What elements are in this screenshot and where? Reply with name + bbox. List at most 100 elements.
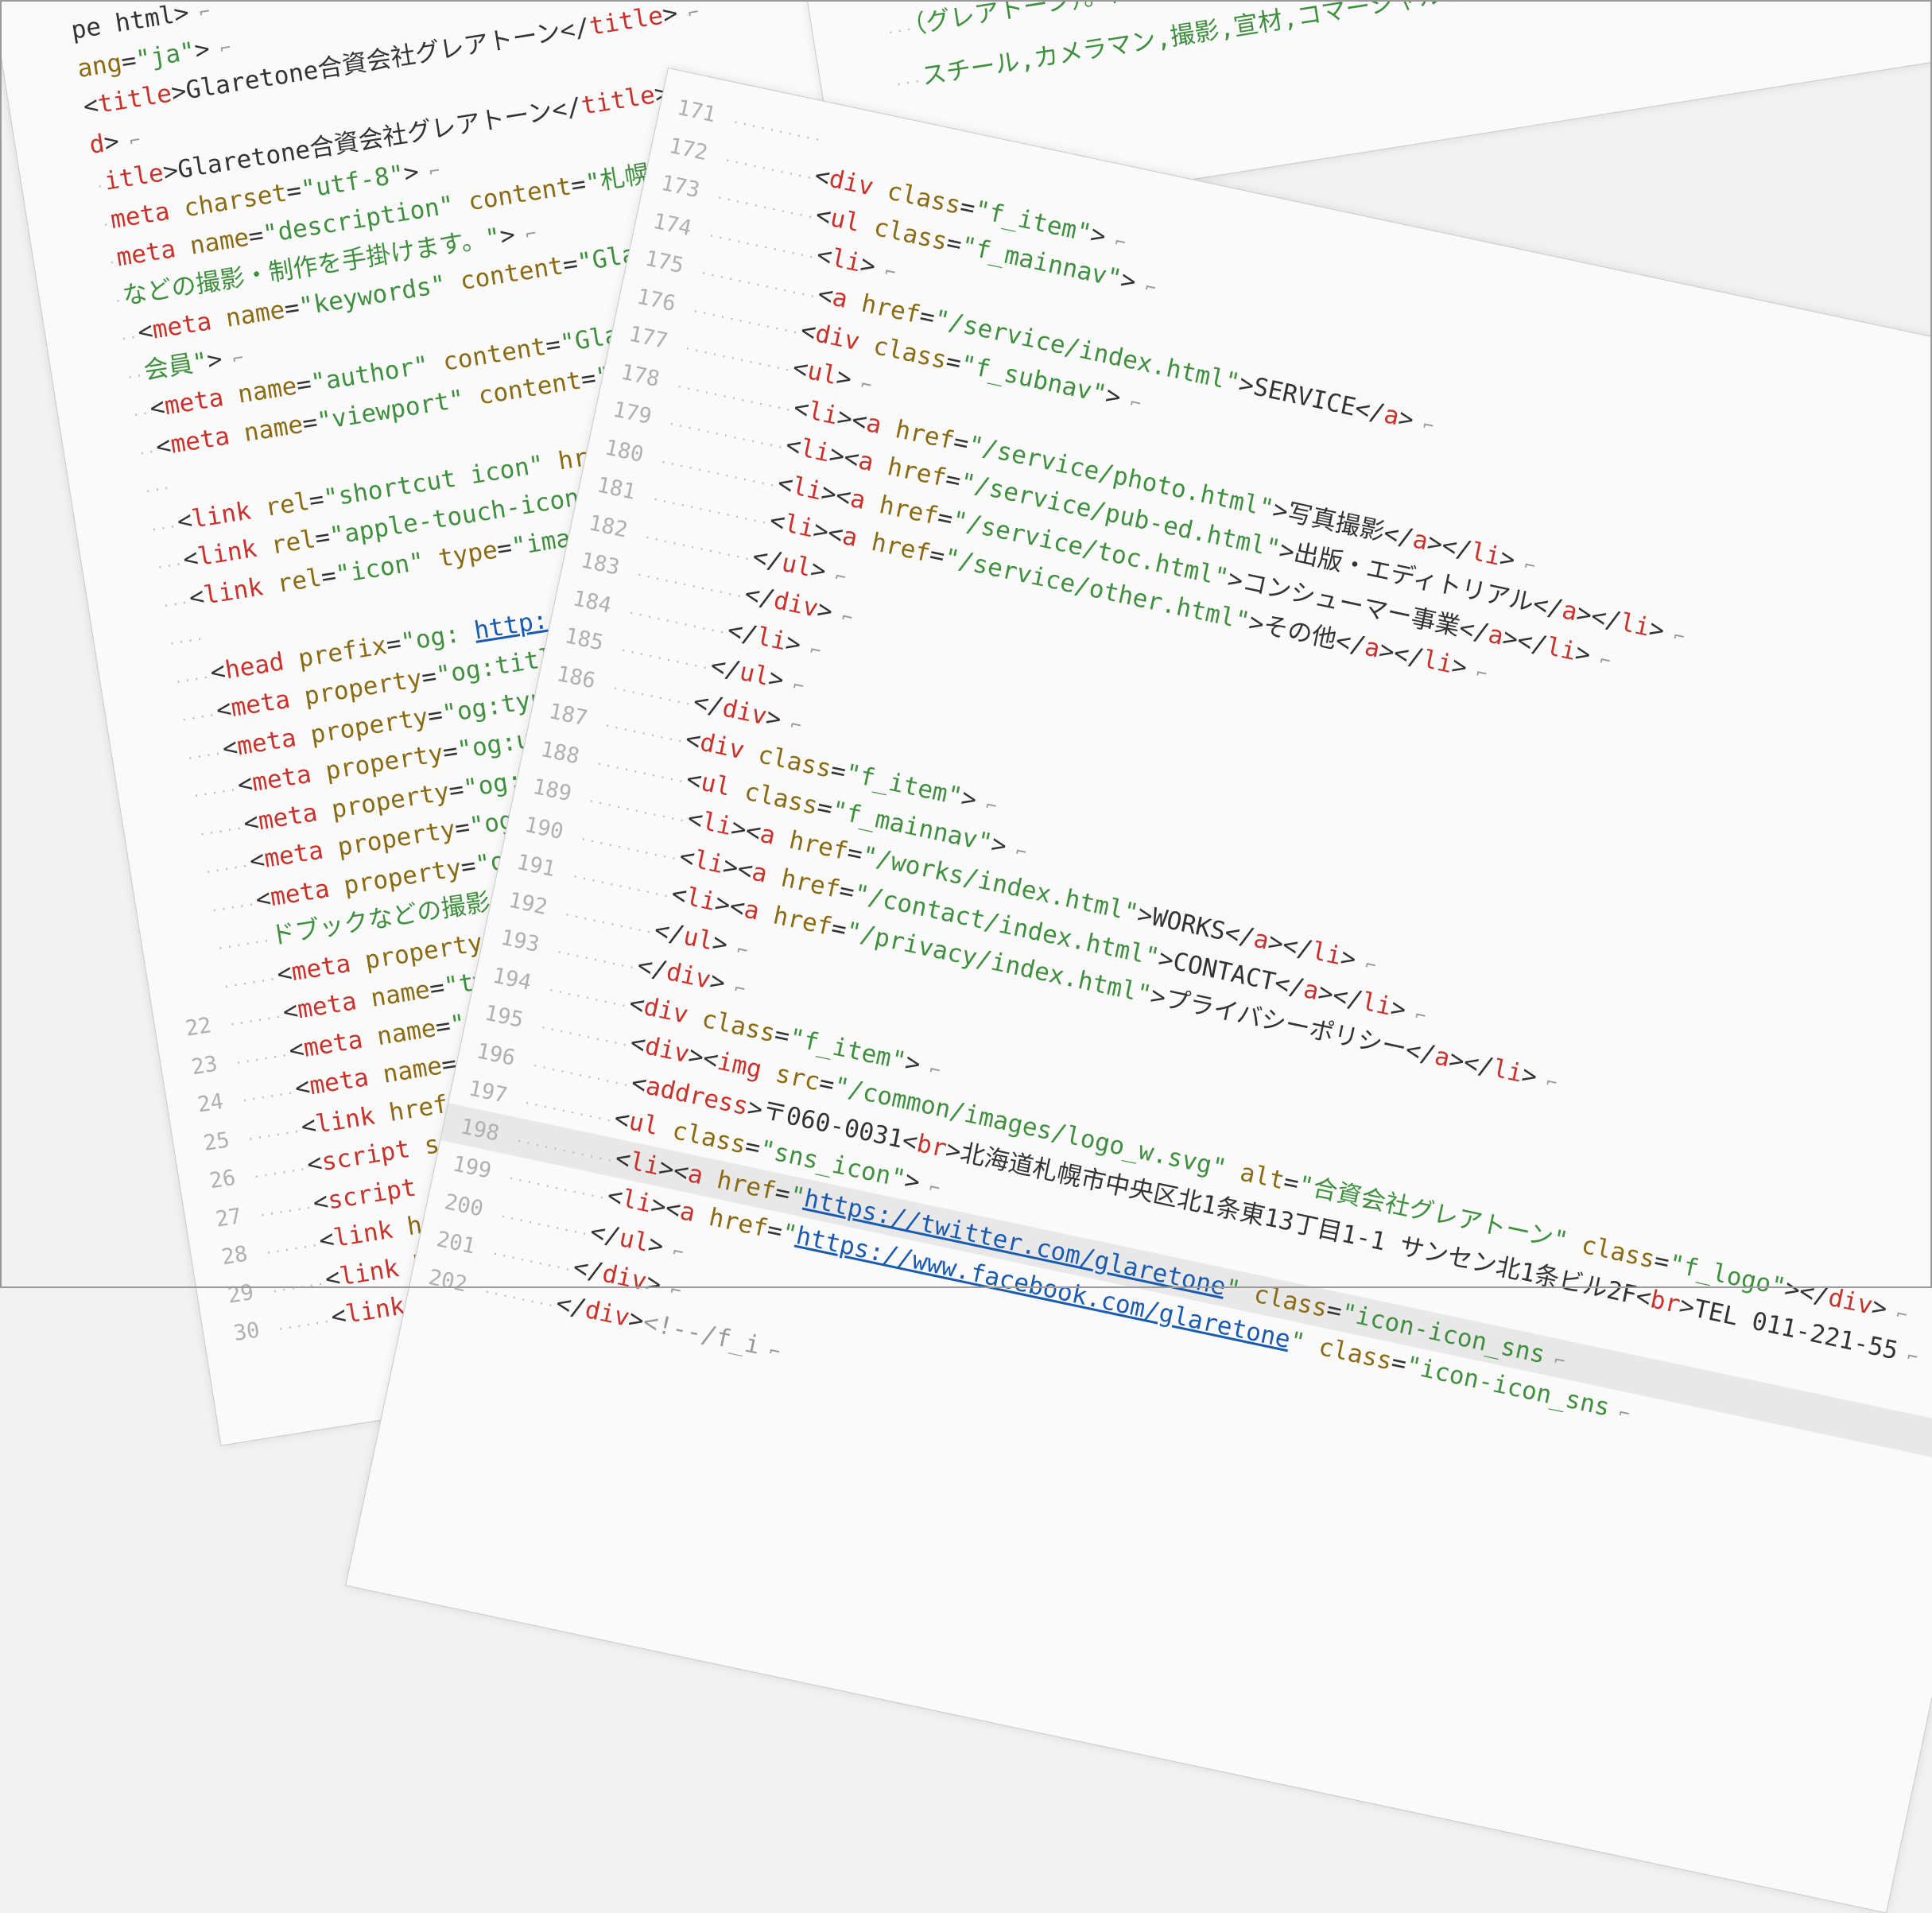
indent-guide: ··· [143,479,173,499]
code-text[interactable]: <li> [814,240,879,281]
indent-guide: ··· [161,594,192,614]
eol-marker: ⌐ [1410,413,1436,437]
indent-guide: ··· [886,21,916,41]
eol-marker: ⌐ [757,1338,782,1363]
indent-guide: ······ [221,970,279,995]
line-number [85,575,140,584]
eol-marker: ⌐ [848,372,874,397]
eol-marker: ⌐ [1661,624,1686,649]
line-number [109,728,164,736]
eol-marker: ⌐ [1402,1003,1428,1027]
eol-marker: ⌐ [660,1239,686,1263]
eol-marker: ⌐ [514,223,538,247]
eol-marker: ⌐ [417,161,442,184]
indent-guide: ·· [118,328,140,347]
line-number [6,80,61,88]
indent-guide: ······ [215,932,274,956]
line-number [73,499,128,507]
code-text[interactable]: 会員"> [142,344,224,385]
indent-guide: ···· [185,744,225,766]
line-number [824,92,879,101]
line-number [60,422,115,431]
line-number [25,194,80,203]
eol-marker: ⌐ [917,1057,943,1082]
eol-marker: ⌐ [118,130,142,153]
eol-marker: ⌐ [781,673,806,698]
eol-marker: ⌐ [1606,1401,1631,1426]
eol-marker: ⌐ [676,2,700,26]
line-number [48,347,103,355]
line-number [145,956,200,964]
line-number [91,613,145,622]
indent-guide: ·· [137,443,158,461]
indent-guide: ····· [197,819,246,842]
code-text[interactable]: d> [87,126,122,159]
eol-marker: ⌐ [1464,661,1489,685]
indent-guide: ··· [155,556,185,576]
eol-marker: ⌐ [220,347,245,371]
indent-guide: ····· [203,857,252,880]
line-number [79,537,134,545]
eol-marker: ⌐ [1132,275,1158,300]
eol-marker: ⌐ [1118,390,1143,415]
indent-guide: ···· [179,707,219,728]
indent-guide: ··· [149,518,180,537]
indent-guide: ···· [167,631,207,652]
eol-marker: ⌐ [1534,1070,1559,1095]
line-number [115,766,170,774]
line-number [151,994,206,1003]
eol-marker: ⌐ [1003,839,1029,863]
eol-marker: ⌐ [1542,1348,1567,1372]
eol-marker: ⌐ [823,564,848,588]
line-number [55,384,110,393]
eol-marker: ⌐ [658,1278,683,1302]
eol-marker: ⌐ [1884,1302,1909,1327]
eol-marker: ⌐ [973,793,999,817]
indent-guide: ······ [276,1313,333,1337]
eol-marker: ⌐ [1895,1344,1920,1368]
indent-guide: ······ [227,1008,285,1033]
eol-marker: ⌐ [1587,648,1613,673]
eol-marker: ⌐ [778,712,804,737]
indent-guide: ··· [894,72,924,93]
eol-marker: ⌐ [829,605,855,630]
indent-guide: ······ [246,1123,303,1147]
eol-marker: ⌐ [1511,553,1538,577]
line-number [18,156,73,165]
eol-marker: ⌐ [872,259,898,284]
line-number [121,803,176,812]
line-number: 202 [426,1264,470,1298]
indent-guide: ······ [239,1085,297,1109]
line-number [97,651,152,660]
eol-marker: ⌐ [1352,953,1378,977]
code-text[interactable]: <ul> [790,353,855,394]
indent-guide: ····· [209,895,258,918]
line-number [816,40,871,49]
line-number [13,118,68,126]
line-number [30,232,85,241]
indent-guide: ·· [125,367,146,385]
line-number [37,270,91,279]
eol-marker: ⌐ [187,2,211,25]
line-number [43,308,98,317]
line-number: 30 [231,1317,262,1347]
indent-guide: ······ [263,1237,321,1261]
indent-guide: ···· [173,669,212,690]
indent-guide: ·· [130,405,152,423]
eol-marker: ⌐ [208,37,233,61]
eol-marker: ⌐ [722,976,747,1001]
indent-guide: ······ [258,1199,316,1223]
line-number [139,918,194,926]
eol-marker: ⌐ [917,1175,942,1200]
indent-guide: ······ [251,1161,309,1185]
line-number [133,879,188,888]
line-number [67,460,122,469]
line-number [127,841,182,850]
line-number [103,689,158,698]
eol-marker: ⌐ [724,937,750,962]
indent-guide: ····· [191,782,240,804]
eol-marker: ⌐ [797,638,823,662]
eol-marker: ⌐ [1103,229,1128,254]
indent-guide: ······ [233,1046,291,1071]
line-number [1,41,56,50]
